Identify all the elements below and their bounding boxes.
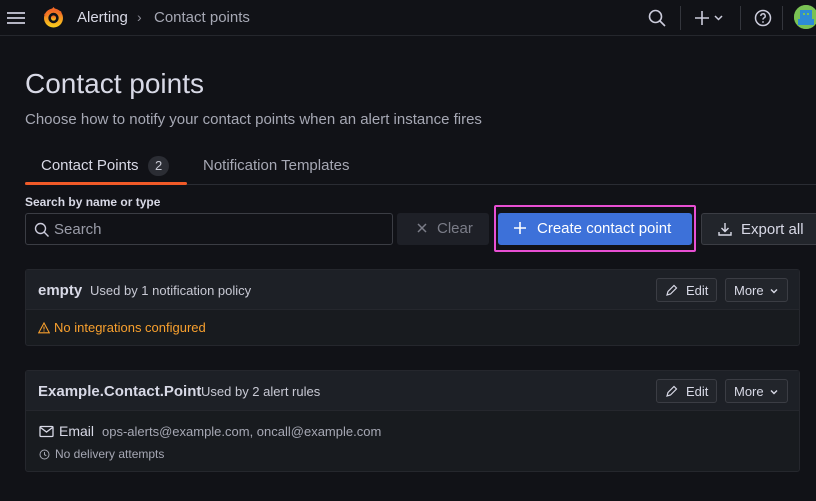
chevron-down-icon xyxy=(770,289,778,294)
edit-button[interactable]: Edit xyxy=(656,379,717,403)
more-button-label: More xyxy=(734,283,764,298)
tab-count-badge: 2 xyxy=(148,156,170,176)
search-icon xyxy=(34,222,49,237)
edit-button[interactable]: Edit xyxy=(656,278,717,302)
search-icon[interactable] xyxy=(647,8,667,28)
warning-icon xyxy=(38,322,50,334)
tab-contact-points[interactable]: Contact Points xyxy=(41,157,139,174)
breadcrumb-separator: › xyxy=(137,9,142,25)
download-icon xyxy=(718,223,732,236)
edit-button-label: Edit xyxy=(686,283,709,298)
delivery-status-text: No delivery attempts xyxy=(55,447,165,461)
clock-icon xyxy=(39,449,50,460)
active-tab-indicator xyxy=(25,182,187,185)
contact-point-card-header: empty Used by 1 notification policy Edit… xyxy=(26,270,799,310)
clear-button-label: Clear xyxy=(437,220,473,237)
contact-point-name: Example.Contact.Point xyxy=(38,383,202,400)
integration-addresses: ops-alerts@example.com, oncall@example.c… xyxy=(102,424,382,439)
contact-point-card: empty Used by 1 notification policy Edit… xyxy=(25,269,800,346)
create-contact-point-label: Create contact point xyxy=(537,220,672,237)
warning-text: No integrations configured xyxy=(54,320,206,335)
search-label: Search by name or type xyxy=(25,195,161,209)
clear-button[interactable]: Clear xyxy=(397,213,489,245)
integration-type: Email xyxy=(59,423,95,439)
chevron-down-icon xyxy=(770,390,778,395)
help-icon[interactable] xyxy=(753,8,773,28)
menu-icon[interactable] xyxy=(6,8,26,28)
top-navigation-bar: Alerting › Contact points xyxy=(0,0,816,36)
more-button[interactable]: More xyxy=(725,379,788,403)
breadcrumb-current: Contact points xyxy=(154,9,250,26)
add-new-plus-icon[interactable] xyxy=(693,8,727,28)
breadcrumb-alerting[interactable]: Alerting xyxy=(77,9,128,26)
topbar-divider xyxy=(740,6,741,30)
edit-button-label: Edit xyxy=(686,384,709,399)
tab-notification-templates[interactable]: Notification Templates xyxy=(203,157,349,174)
contact-point-card-header: Example.Contact.Point Used by 2 alert ru… xyxy=(26,371,799,411)
grafana-logo-icon[interactable] xyxy=(41,5,66,30)
pencil-icon xyxy=(666,385,678,397)
page-title: Contact points xyxy=(25,68,204,99)
contact-point-usage: Used by 2 alert rules xyxy=(201,384,321,399)
topbar-divider xyxy=(782,6,783,30)
topbar-divider xyxy=(680,6,681,30)
envelope-icon xyxy=(39,425,54,438)
create-contact-point-button[interactable]: Create contact point xyxy=(498,213,692,245)
contact-point-usage: Used by 1 notification policy xyxy=(90,283,252,298)
pencil-icon xyxy=(666,284,678,296)
contact-point-name: empty xyxy=(38,282,83,299)
more-button[interactable]: More xyxy=(725,278,788,302)
close-icon xyxy=(417,223,427,233)
plus-icon xyxy=(514,222,526,234)
search-input[interactable] xyxy=(54,214,384,244)
contact-point-card: Example.Contact.Point Used by 2 alert ru… xyxy=(25,370,800,472)
export-all-button[interactable]: Export all xyxy=(701,213,816,245)
more-button-label: More xyxy=(734,384,764,399)
export-all-label: Export all xyxy=(741,221,804,238)
search-field[interactable] xyxy=(25,213,393,245)
user-avatar[interactable] xyxy=(794,5,816,29)
page-subtitle: Choose how to notify your contact points… xyxy=(25,111,482,128)
